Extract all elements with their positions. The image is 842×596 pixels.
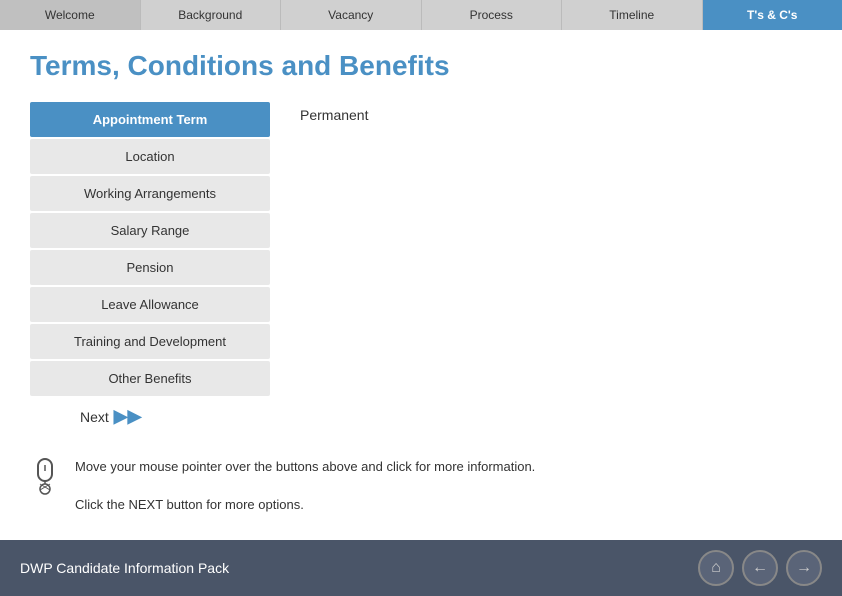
- tab-ts-cs[interactable]: T's & C's: [703, 0, 842, 30]
- sidebar-btn-other-benefits[interactable]: Other Benefits: [30, 361, 270, 396]
- instruction-line1: Move your mouse pointer over the buttons…: [75, 457, 535, 477]
- back-icon: ←: [752, 559, 768, 577]
- sidebar-btn-pension[interactable]: Pension: [30, 250, 270, 285]
- next-arrows-icon: ▶▶: [114, 406, 142, 427]
- tab-process[interactable]: Process: [422, 0, 563, 30]
- footer-title: DWP Candidate Information Pack: [20, 560, 229, 576]
- footer: DWP Candidate Information Pack ⌂ ← →: [0, 540, 842, 596]
- main-content: Terms, Conditions and Benefits Appointme…: [0, 30, 842, 447]
- sidebar-btn-working-arrangements[interactable]: Working Arrangements: [30, 176, 270, 211]
- content-area: Appointment Term Location Working Arrang…: [30, 102, 812, 396]
- sidebar-btn-leave-allowance[interactable]: Leave Allowance: [30, 287, 270, 322]
- sidebar-btn-training-development[interactable]: Training and Development: [30, 324, 270, 359]
- tab-welcome[interactable]: Welcome: [0, 0, 141, 30]
- instruction-line2: Click the NEXT button for more options.: [75, 495, 535, 515]
- sidebar-btn-salary-range[interactable]: Salary Range: [30, 213, 270, 248]
- instruction-area: Move your mouse pointer over the buttons…: [0, 457, 842, 514]
- next-label: Next: [80, 409, 109, 425]
- tab-background[interactable]: Background: [141, 0, 282, 30]
- footer-nav: ⌂ ← →: [698, 550, 822, 586]
- instruction-text-area: Move your mouse pointer over the buttons…: [75, 457, 535, 514]
- info-content: Permanent: [300, 107, 368, 123]
- top-navigation: Welcome Background Vacancy Process Timel…: [0, 0, 842, 30]
- tab-vacancy[interactable]: Vacancy: [281, 0, 422, 30]
- sidebar: Appointment Term Location Working Arrang…: [30, 102, 270, 396]
- tab-timeline[interactable]: Timeline: [562, 0, 703, 30]
- page-title: Terms, Conditions and Benefits: [30, 50, 812, 82]
- sidebar-btn-location[interactable]: Location: [30, 139, 270, 174]
- mouse-icon: [30, 457, 60, 497]
- forward-button[interactable]: →: [786, 550, 822, 586]
- sidebar-btn-appointment-term[interactable]: Appointment Term: [30, 102, 270, 137]
- info-area: Permanent: [290, 102, 812, 396]
- back-button[interactable]: ←: [742, 550, 778, 586]
- home-button[interactable]: ⌂: [698, 550, 734, 586]
- home-icon: ⌂: [711, 559, 721, 577]
- forward-icon: →: [796, 559, 812, 577]
- next-area[interactable]: Next ▶▶: [80, 406, 812, 427]
